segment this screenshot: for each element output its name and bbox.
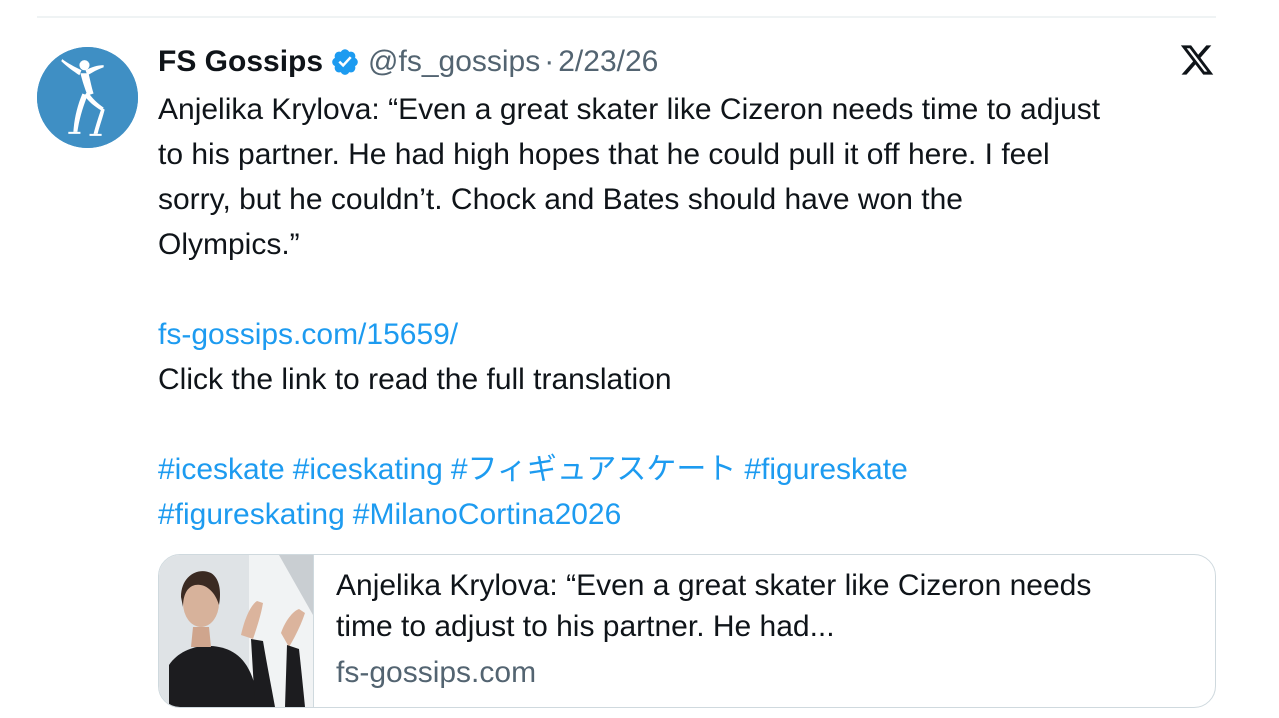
tweet-text-line: to his partner. He had high hopes that h… bbox=[158, 138, 1050, 171]
card-text: Anjelika Krylova: “Even a great skater l… bbox=[314, 555, 1196, 707]
card-domain: fs-gossips.com bbox=[336, 656, 537, 689]
tweet-text-line: Olympics.” bbox=[158, 228, 300, 261]
hashtag-link[interactable]: #MilanoCortina2026 bbox=[353, 498, 622, 531]
hashtag-link[interactable]: #iceskate bbox=[158, 453, 285, 486]
figure-skater-silhouette-icon bbox=[37, 47, 138, 148]
display-name[interactable]: FS Gossips bbox=[158, 40, 323, 84]
hashtag-link[interactable]: #iceskating bbox=[293, 453, 443, 486]
tweet-text-line: Anjelika Krylova: “Even a great skater l… bbox=[158, 93, 1101, 126]
top-divider bbox=[37, 16, 1216, 18]
hashtag-link[interactable]: #figureskating bbox=[158, 498, 345, 531]
tweet-body: Anjelika Krylova: “Even a great skater l… bbox=[158, 87, 1208, 537]
tweet-text-line: sorry, but he couldn’t. Chock and Bates … bbox=[158, 183, 963, 216]
avatar[interactable] bbox=[37, 47, 138, 148]
card-title-line: time to adjust to his partner. He had... bbox=[336, 610, 835, 643]
separator-dot: · bbox=[544, 45, 555, 78]
tweet-date[interactable]: 2/23/26 bbox=[558, 40, 658, 84]
card-thumbnail-image bbox=[159, 555, 314, 707]
card-title-line: Anjelika Krylova: “Even a great skater l… bbox=[336, 569, 1092, 602]
hashtags-line-2: #figureskating #MilanoCortina2026 bbox=[158, 492, 1208, 537]
hashtag-link[interactable]: #figureskate bbox=[744, 453, 907, 486]
handle[interactable]: @fs_gossips bbox=[368, 40, 540, 84]
link-caption: Click the link to read the full translat… bbox=[158, 363, 672, 396]
verified-badge-icon bbox=[330, 47, 360, 77]
x-logo-icon[interactable] bbox=[1178, 42, 1216, 78]
hashtags-line-1: #iceskate #iceskating #フィギュアスケート #figureska… bbox=[158, 447, 1208, 492]
article-link[interactable]: fs-gossips.com/15659/ bbox=[158, 318, 458, 351]
tweet-header: FS Gossips @fs_gossips · 2/23/26 bbox=[158, 40, 658, 84]
hashtag-link[interactable]: #フィギュアスケート bbox=[451, 453, 736, 486]
link-preview-card[interactable]: Anjelika Krylova: “Even a great skater l… bbox=[158, 554, 1216, 708]
